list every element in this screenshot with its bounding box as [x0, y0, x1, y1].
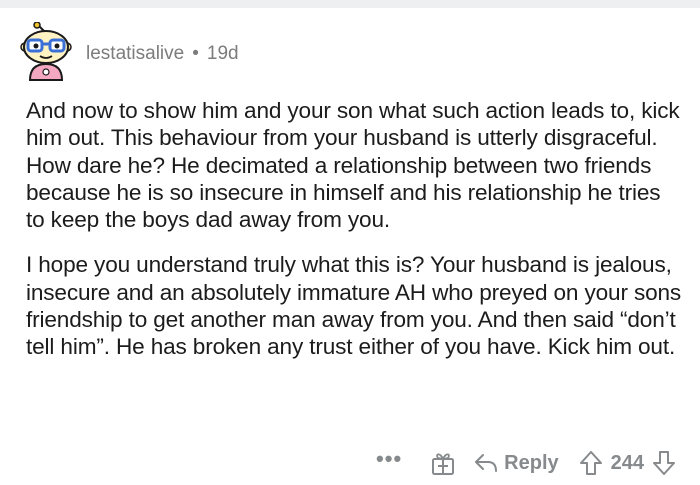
comment-body: And now to show him and your son what su…: [26, 97, 682, 361]
comment-header: lestatisalive • 19d: [18, 21, 239, 82]
comment-paragraph: I hope you understand truly what this is…: [26, 252, 682, 360]
vote-controls: 244: [579, 450, 676, 476]
comment-meta: lestatisalive • 19d: [86, 43, 239, 65]
author-username[interactable]: lestatisalive: [86, 43, 184, 65]
snoo-avatar-icon[interactable]: [18, 21, 74, 82]
reply-label: Reply: [504, 451, 559, 474]
award-icon[interactable]: [430, 450, 456, 476]
upvote-arrow-icon[interactable]: [579, 450, 603, 476]
comment-age[interactable]: 19d: [207, 43, 239, 65]
vote-score: 244: [610, 451, 644, 474]
comment: lestatisalive • 19d And now to show him …: [0, 8, 700, 485]
comment-paragraph: And now to show him and your son what su…: [26, 98, 680, 233]
reply-arrow-icon: [474, 452, 504, 474]
downvote-arrow-icon[interactable]: [652, 450, 676, 476]
more-options-button[interactable]: •••: [376, 448, 402, 477]
comment-actions: ••• Reply 244: [376, 448, 676, 478]
reply-button[interactable]: Reply: [474, 451, 559, 475]
meta-separator: •: [192, 43, 199, 64]
top-divider: [0, 0, 700, 8]
